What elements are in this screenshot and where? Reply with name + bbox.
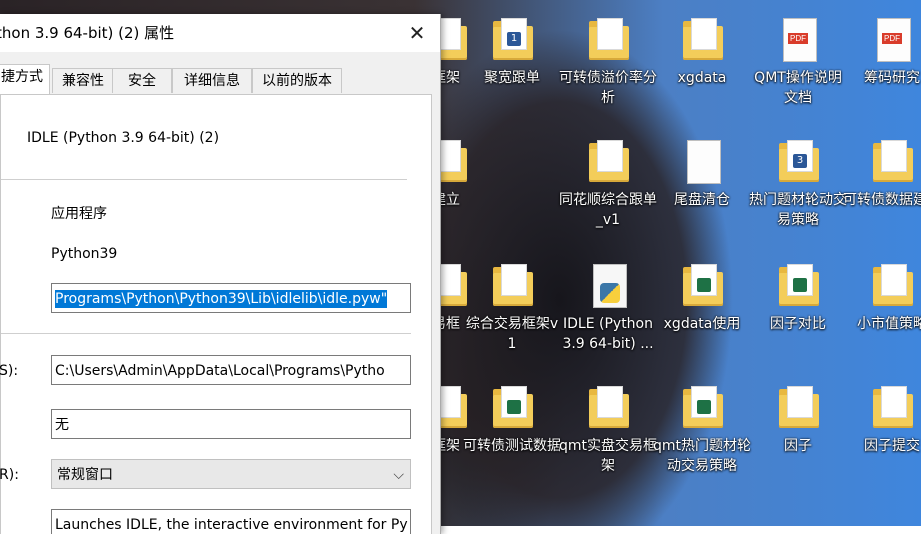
folder-icon: [679, 16, 725, 64]
desktop-icon[interactable]: 综合交易框架v1: [462, 262, 562, 354]
dialog-title: thon 3.9 64-bit) (2) 属性: [0, 24, 175, 42]
folder-icon: 1: [489, 16, 535, 64]
desktop-icon-label: 热门题材轮动交易策略: [749, 192, 847, 228]
divider: [1, 333, 411, 334]
folder-icon: [869, 138, 915, 186]
desktop-icon-label: 同花顺综合跟单_v1: [559, 192, 657, 228]
folder-icon: [775, 384, 821, 432]
desktop-icon[interactable]: 筹码研究: [842, 16, 921, 88]
target-type-value: 应用程序: [51, 206, 107, 222]
desktop-icon-label: QMT操作说明文档: [754, 70, 842, 106]
folder-icon: [869, 384, 915, 432]
desktop-icon[interactable]: xgdata: [652, 16, 752, 88]
shortcut-name: IDLE (Python 3.9 64-bit) (2): [27, 130, 220, 146]
desktop-icon-label: qmt实盘交易框架: [558, 438, 657, 474]
python-shortcut-icon: [585, 262, 631, 310]
desktop-icon[interactable]: 因子提交: [842, 384, 921, 456]
tab-previous-versions[interactable]: 以前的版本: [252, 68, 342, 93]
folder-icon: [489, 262, 535, 310]
desktop-icon-label: 因子提交: [864, 438, 920, 454]
desktop-icon[interactable]: 因子对比: [748, 262, 848, 334]
desktop-icon[interactable]: QMT操作说明文档: [748, 16, 848, 108]
run-select-value: 常规窗口: [57, 467, 113, 483]
shortcut-panel: IDLE (Python 3.9 64-bit) (2) 应用程序 Python…: [0, 94, 432, 534]
folder-icon: [869, 262, 915, 310]
folder-icon: [679, 262, 725, 310]
start-in-label: S):: [0, 363, 19, 379]
desktop-icon[interactable]: 1 聚宽跟单: [462, 16, 562, 88]
desktop-icon[interactable]: IDLE (Python 3.9 64-bit) ...: [558, 262, 658, 354]
desktop-icon-label: 综合交易框架v1: [465, 316, 559, 352]
tab-shortcut[interactable]: 捷方式: [0, 64, 50, 94]
desktop-icon[interactable]: xgdata使用: [652, 262, 752, 334]
pdf-file-icon: [775, 16, 821, 64]
desktop-icon[interactable]: 同花顺综合跟单_v1: [558, 138, 658, 230]
target-input[interactable]: Programs\Python\Python39\Lib\idlelib\idl…: [51, 283, 411, 313]
desktop-icon[interactable]: 3 热门题材轮动交易策略: [748, 138, 848, 230]
text-file-icon: [679, 138, 725, 186]
folder-icon: [585, 384, 631, 432]
pdf-file-icon: [869, 16, 915, 64]
desktop-icon-label: 聚宽跟单: [484, 70, 540, 86]
tab-details[interactable]: 详细信息: [172, 68, 252, 93]
tab-compatibility[interactable]: 兼容性: [52, 68, 114, 93]
folder-icon: [585, 138, 631, 186]
desktop-icon[interactable]: 可转债溢价率分析: [558, 16, 658, 108]
desktop-icon-label: IDLE (Python 3.9 64-bit) ...: [562, 316, 654, 352]
close-icon: ✕: [408, 21, 426, 45]
target-selected-text: Programs\Python\Python39\Lib\idlelib\idl…: [55, 290, 388, 308]
shortcut-key-input[interactable]: 无: [51, 409, 411, 439]
divider: [1, 179, 407, 180]
properties-dialog: thon 3.9 64-bit) (2) 属性 ✕ 捷方式 兼容性 安全 详细信…: [0, 14, 441, 534]
start-in-input[interactable]: C:\Users\Admin\AppData\Local\Programs\Py…: [51, 355, 411, 385]
tab-strip: 捷方式 兼容性 安全 详细信息 以前的版本: [0, 64, 440, 94]
desktop-icon-label: qmt热门题材轮动交易策略: [652, 438, 751, 474]
comment-input[interactable]: Launches IDLE, the interactive environme…: [51, 509, 411, 534]
desktop-icon-label: 可转债溢价率分析: [559, 70, 657, 106]
close-button[interactable]: ✕: [394, 14, 440, 52]
desktop-icon[interactable]: 可转债测试数据: [462, 384, 562, 456]
folder-icon: [585, 16, 631, 64]
run-label: R):: [0, 467, 19, 483]
desktop-icon-label: 筹码研究: [864, 70, 920, 86]
desktop-icon[interactable]: 可转债数据建立: [842, 138, 921, 210]
desktop-icon-label: 可转债数据建立: [843, 192, 921, 208]
desktop-icon[interactable]: 尾盘清仓: [652, 138, 752, 210]
folder-icon: [489, 384, 535, 432]
desktop-icon[interactable]: 小市值策略: [842, 262, 921, 334]
tab-security[interactable]: 安全: [112, 68, 172, 93]
run-select[interactable]: 常规窗口 ⌵: [51, 459, 411, 489]
desktop-icon-label: 小市值策略: [857, 316, 921, 332]
desktop-icon[interactable]: qmt热门题材轮动交易策略: [652, 384, 752, 476]
target-location-value: Python39: [51, 246, 118, 262]
desktop-icon-label: 因子对比: [770, 316, 826, 332]
folder-icon: [679, 384, 725, 432]
desktop-icon-label: 尾盘清仓: [674, 192, 730, 208]
desktop-icon[interactable]: 因子: [748, 384, 848, 456]
desktop-icon-label: xgdata使用: [663, 316, 741, 332]
desktop-icon-label: xgdata: [677, 70, 727, 86]
chevron-down-icon: ⌵: [393, 467, 404, 483]
folder-icon: 3: [775, 138, 821, 186]
folder-icon: [775, 262, 821, 310]
desktop-icon-label: 可转债测试数据: [463, 438, 561, 454]
desktop-icon[interactable]: qmt实盘交易框架: [558, 384, 658, 476]
desktop-icon-label: 因子: [784, 438, 812, 454]
title-bar: thon 3.9 64-bit) (2) 属性 ✕: [0, 14, 440, 52]
